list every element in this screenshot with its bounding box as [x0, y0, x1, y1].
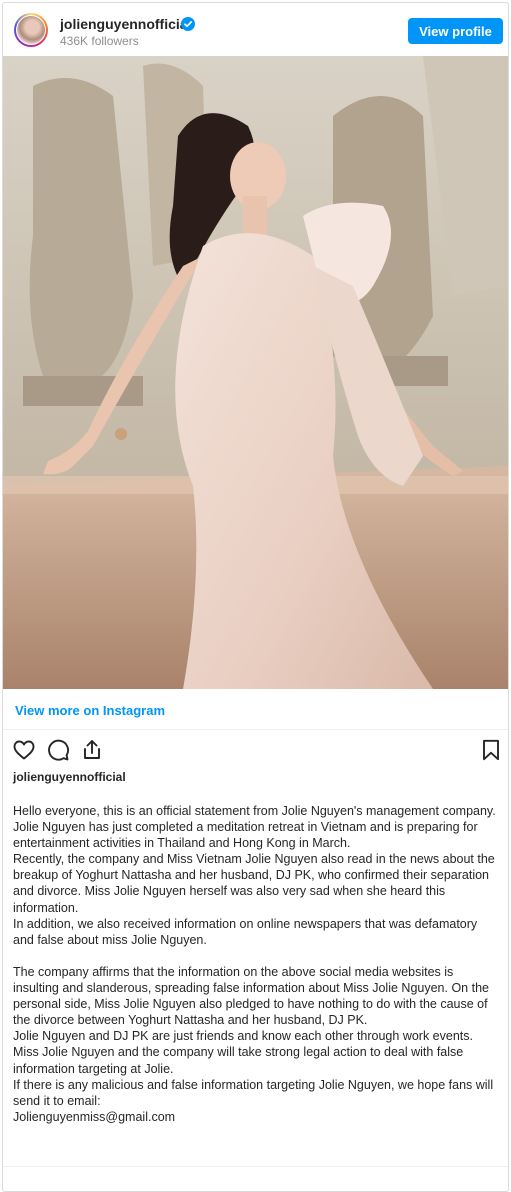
verified-badge-icon	[181, 17, 195, 31]
view-profile-button[interactable]: View profile	[408, 18, 503, 44]
post-header: jolienguyennofficial 436K followers View…	[3, 3, 508, 56]
divider	[3, 729, 508, 730]
view-more-link[interactable]: View more on Instagram	[15, 703, 165, 718]
username[interactable]: jolienguyennofficial	[60, 16, 191, 32]
photo-illustration	[3, 56, 508, 689]
avatar[interactable]	[14, 13, 48, 47]
share-icon[interactable]	[80, 738, 104, 762]
follower-count: 436K followers	[60, 34, 139, 48]
avatar-image	[16, 15, 46, 45]
post-owner-username[interactable]: jolienguyennofficial	[13, 770, 126, 784]
heart-icon[interactable]	[12, 738, 36, 762]
bookmark-icon[interactable]	[479, 738, 503, 762]
post-caption: Hello everyone, this is an official stat…	[13, 804, 496, 1124]
comment-bubble-icon[interactable]	[46, 738, 70, 762]
divider	[3, 1166, 508, 1167]
instagram-embed-card: jolienguyennofficial 436K followers View…	[2, 2, 509, 1192]
post-photo[interactable]	[3, 56, 508, 689]
